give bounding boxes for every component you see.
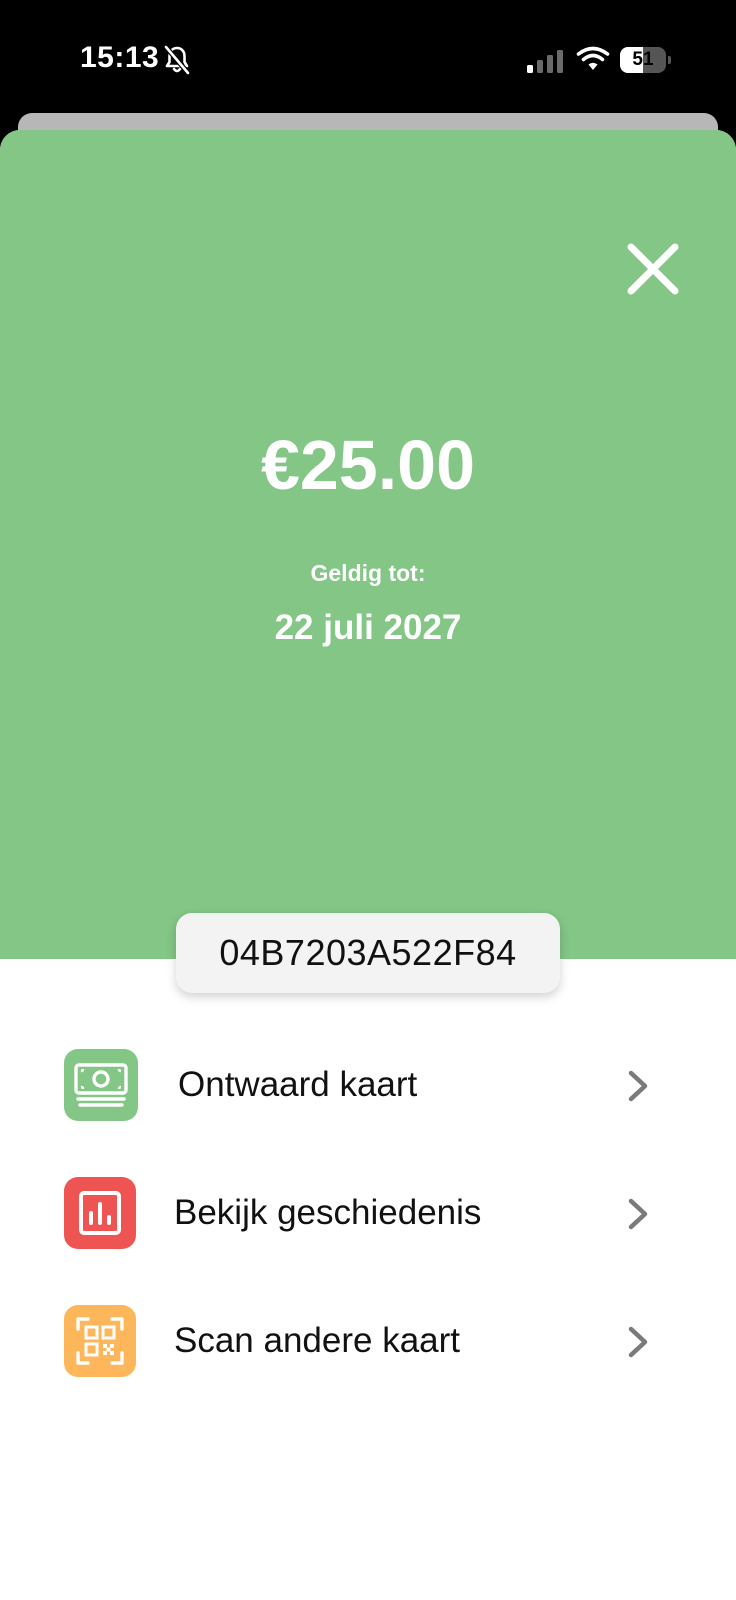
close-icon[interactable]	[622, 238, 684, 300]
qr-code-icon	[76, 1317, 124, 1365]
valid-until-date: 22 juli 2027	[274, 608, 462, 647]
money-icon	[74, 1063, 128, 1107]
chevron-right-icon	[628, 1198, 648, 1230]
action-item-view-history[interactable]: Bekijk geschiedenis	[0, 1163, 736, 1263]
status-bar: 15:13 51	[0, 0, 736, 118]
battery-body: 51	[620, 47, 666, 73]
action-icon-bg	[64, 1049, 138, 1121]
chevron-right-icon	[628, 1326, 648, 1358]
chart-icon	[79, 1191, 121, 1235]
battery-tip	[668, 56, 671, 64]
action-label: Bekijk geschiedenis	[174, 1193, 482, 1232]
signal-icon	[527, 50, 563, 73]
action-icon-bg	[64, 1305, 136, 1377]
card-hero: €25.00 Geldig tot: 22 juli 2027	[0, 130, 736, 959]
action-item-deactivate-card[interactable]: Ontwaard kaart	[0, 1035, 736, 1135]
bell-muted-icon	[164, 45, 190, 75]
action-icon-bg	[64, 1177, 136, 1249]
battery-icon: 51	[620, 47, 672, 73]
action-item-scan-other-card[interactable]: Scan andere kaart	[0, 1291, 736, 1391]
status-time: 15:13	[80, 41, 160, 74]
action-label: Ontwaard kaart	[178, 1065, 418, 1104]
action-label: Scan andere kaart	[174, 1321, 461, 1360]
gift-card-sheet: €25.00 Geldig tot: 22 juli 2027 04B7203A…	[0, 130, 736, 1600]
battery-level: 51	[632, 49, 654, 70]
valid-until-label: Geldig tot:	[310, 560, 426, 586]
card-code: 04B7203A522F84	[176, 913, 560, 993]
wifi-icon	[576, 46, 610, 70]
screen: 15:13 51 €25.00 Geldig tot: 22 juli 2027…	[0, 0, 736, 1600]
chevron-right-icon	[628, 1070, 648, 1102]
card-balance: €25.00	[260, 426, 476, 504]
